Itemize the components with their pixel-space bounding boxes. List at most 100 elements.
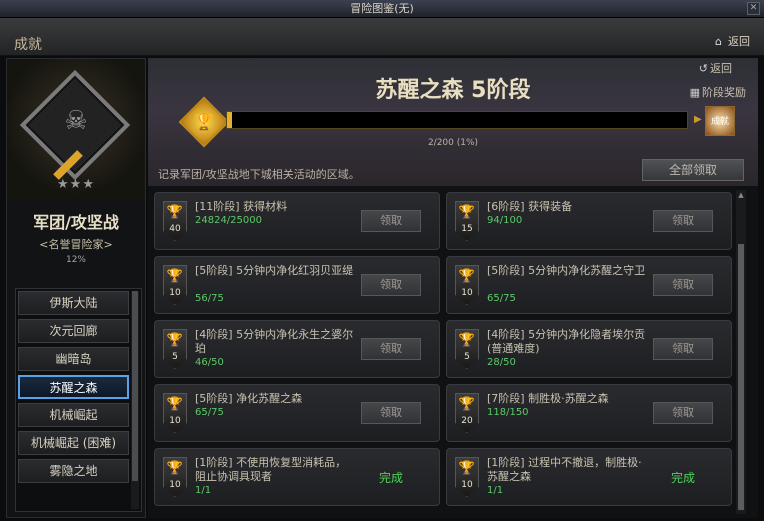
- page-title: 成就: [14, 37, 42, 53]
- trophy-icon: 🏆: [166, 397, 184, 412]
- achievement-progress: 1/1: [487, 485, 504, 496]
- points-badge: 🏆 10: [455, 265, 479, 305]
- nav-item-dark-island[interactable]: 幽暗岛: [18, 347, 129, 371]
- points-value: 15: [461, 224, 473, 234]
- stage-banner: ↺ 返回 ▦ 阶段奖励 苏醒之森 5阶段 🏆 ▶ 成就 2/200 (1%) 记录军…: [148, 58, 758, 186]
- achievement-stage: [4阶段]: [487, 328, 525, 341]
- nav-item-dimension-corridor[interactable]: 次元回廊: [18, 319, 129, 343]
- achievement-stage: [5阶段]: [195, 392, 233, 405]
- category-panel: ☠ ★★★ 军团/攻坚战 <名誉冒险家> 12% 伊斯大陆 次元回廊 幽暗岛 苏…: [6, 58, 146, 518]
- achievement-stage: [1阶段]: [195, 456, 233, 469]
- category-percent: 12%: [65, 255, 86, 265]
- achievement-title: [4阶段] 5分钟内净化隐者埃尔贡 (普通难度): [487, 328, 647, 356]
- claim-all-button[interactable]: 全部领取: [642, 159, 744, 181]
- achievement-stage: [5阶段]: [195, 264, 233, 277]
- achievement-stage: [5阶段]: [487, 264, 525, 277]
- points-badge: 🏆 10: [163, 393, 187, 433]
- trophy-icon: 🏆: [458, 269, 476, 284]
- nav-scrollbar[interactable]: [131, 291, 139, 509]
- achievement-title: [5阶段] 5分钟内净化红羽贝亚缇: [195, 264, 355, 278]
- trophy-icon: 🏆: [166, 333, 184, 348]
- points-badge: 🏆 10: [163, 457, 187, 497]
- achievement-name: 获得装备: [528, 200, 573, 213]
- claim-button[interactable]: 领取: [361, 210, 421, 232]
- stage-title: 苏醒之森 5阶段: [375, 78, 531, 103]
- nav-item-isda[interactable]: 伊斯大陆: [18, 291, 129, 315]
- progress-text: 2/200 (1%): [427, 138, 479, 148]
- achievement-card: 🏆 20 [7阶段] 制胜极·苏醒之森 118/150 领取: [446, 384, 732, 442]
- points-value: 5: [464, 352, 470, 362]
- achievement-title: [6阶段] 获得装备: [487, 200, 647, 214]
- achievement-progress: 65/75: [195, 407, 224, 418]
- points-value: 40: [169, 224, 181, 234]
- achievement-card: 🏆 10 [5阶段] 净化苏醒之森 65/75 领取: [154, 384, 440, 442]
- points-badge: 🏆 5: [163, 329, 187, 369]
- nav-item-fog-land[interactable]: 雾隐之地: [18, 459, 129, 483]
- nav-scroll-thumb[interactable]: [132, 291, 138, 481]
- achievement-title: [4阶段] 5分钟内净化永生之婆尔珀: [195, 328, 355, 356]
- trophy-icon: 🏆: [458, 205, 476, 220]
- achievement-card: 🏆 5 [4阶段] 5分钟内净化永生之婆尔珀 46/50 领取: [154, 320, 440, 378]
- claim-button[interactable]: 领取: [361, 402, 421, 424]
- achievement-card: 🏆 10 [1阶段] 不使用恢复型消耗品，阻止协调具现者 1/1 完成: [154, 448, 440, 506]
- back-button[interactable]: ⌂ 返回: [715, 33, 750, 49]
- progress-fill: [227, 112, 232, 128]
- claim-button[interactable]: 领取: [361, 338, 421, 360]
- points-badge: 🏆 20: [455, 393, 479, 433]
- achievement-name: 制胜极·苏醒之森: [528, 392, 609, 405]
- claim-button[interactable]: 领取: [653, 274, 713, 296]
- points-badge: 🏆 40: [163, 201, 187, 241]
- category-subtitle: <名誉冒险家>: [39, 238, 113, 251]
- achievement-title: [1阶段] 不使用恢复型消耗品，阻止协调具现者: [195, 456, 355, 484]
- list-scroll-thumb[interactable]: [738, 244, 744, 510]
- points-value: 10: [169, 416, 181, 426]
- arrow-right-icon: ▶: [694, 114, 702, 125]
- achievement-card: 🏆 5 [4阶段] 5分钟内净化隐者埃尔贡 (普通难度) 28/50 领取: [446, 320, 732, 378]
- achievement-progress: 56/75: [195, 293, 224, 304]
- nav-item-machine-rise[interactable]: 机械崛起: [18, 403, 129, 427]
- points-value: 10: [461, 480, 473, 490]
- trophy-icon: 🏆: [166, 269, 184, 284]
- achievement-progress: 94/100: [487, 215, 523, 226]
- rank-stars: ★★★: [57, 177, 95, 192]
- achievement-title: [5阶段] 净化苏醒之森: [195, 392, 355, 406]
- achievement-progress: 65/75: [487, 293, 516, 304]
- trophy-icon: 🏆: [458, 397, 476, 412]
- achievement-title: [11阶段] 获得材料: [195, 200, 355, 214]
- points-value: 10: [461, 288, 473, 298]
- scroll-up-icon[interactable]: ▲: [736, 190, 746, 200]
- points-value: 10: [169, 480, 181, 490]
- close-icon[interactable]: ✕: [747, 2, 760, 15]
- achievement-card: 🏆 40 [11阶段] 获得材料 24824/25000 领取: [154, 192, 440, 250]
- achievement-progress: 24824/25000: [195, 215, 262, 226]
- achievement-stage: [6阶段]: [487, 200, 525, 213]
- claim-button[interactable]: 领取: [653, 402, 713, 424]
- nav-item-awakening-forest[interactable]: 苏醒之森: [18, 375, 129, 399]
- achievement-name: 5分钟内净化苏醒之守卫: [528, 264, 646, 277]
- stage-reward-icon[interactable]: 成就: [705, 106, 735, 136]
- complete-label: 完成: [670, 471, 695, 485]
- category-emblem: ☠ ★★★: [7, 59, 145, 199]
- points-value: 10: [169, 288, 181, 298]
- achievement-stage: [11阶段]: [195, 200, 240, 213]
- main-panel: ↺ 返回 ▦ 阶段奖励 苏醒之森 5阶段 🏆 ▶ 成就 2/200 (1%) 记录军…: [148, 58, 758, 518]
- achievement-stage: [7阶段]: [487, 392, 525, 405]
- points-badge: 🏆 10: [163, 265, 187, 305]
- window-titlebar: 冒险图鉴(无) ✕: [0, 0, 764, 18]
- claim-button[interactable]: 领取: [361, 274, 421, 296]
- achievement-card: 🏆 15 [6阶段] 获得装备 94/100 领取: [446, 192, 732, 250]
- achievement-card: 🏆 10 [1阶段] 过程中不撤退，制胜极·苏醒之森 1/1 完成: [446, 448, 732, 506]
- home-icon: ⌂: [715, 35, 722, 48]
- header-bar: 成就 ⌂ 返回: [0, 18, 764, 56]
- points-badge: 🏆 10: [455, 457, 479, 497]
- achievement-list: 🏆 40 [11阶段] 获得材料 24824/25000 领取 🏆 15 [6阶段] 获得装备…: [148, 186, 758, 518]
- achievement-progress: 118/150: [487, 407, 529, 418]
- list-scrollbar[interactable]: ▲: [736, 190, 746, 514]
- points-value: 20: [461, 416, 473, 426]
- achievement-progress: 28/50: [487, 357, 516, 368]
- achievement-card: 🏆 10 [5阶段] 5分钟内净化苏醒之守卫 65/75 领取: [446, 256, 732, 314]
- claim-button[interactable]: 领取: [653, 210, 713, 232]
- achievement-title: [7阶段] 制胜极·苏醒之森: [487, 392, 647, 406]
- nav-item-machine-rise-hard[interactable]: 机械崛起 (困难): [18, 431, 129, 455]
- claim-button[interactable]: 领取: [653, 338, 713, 360]
